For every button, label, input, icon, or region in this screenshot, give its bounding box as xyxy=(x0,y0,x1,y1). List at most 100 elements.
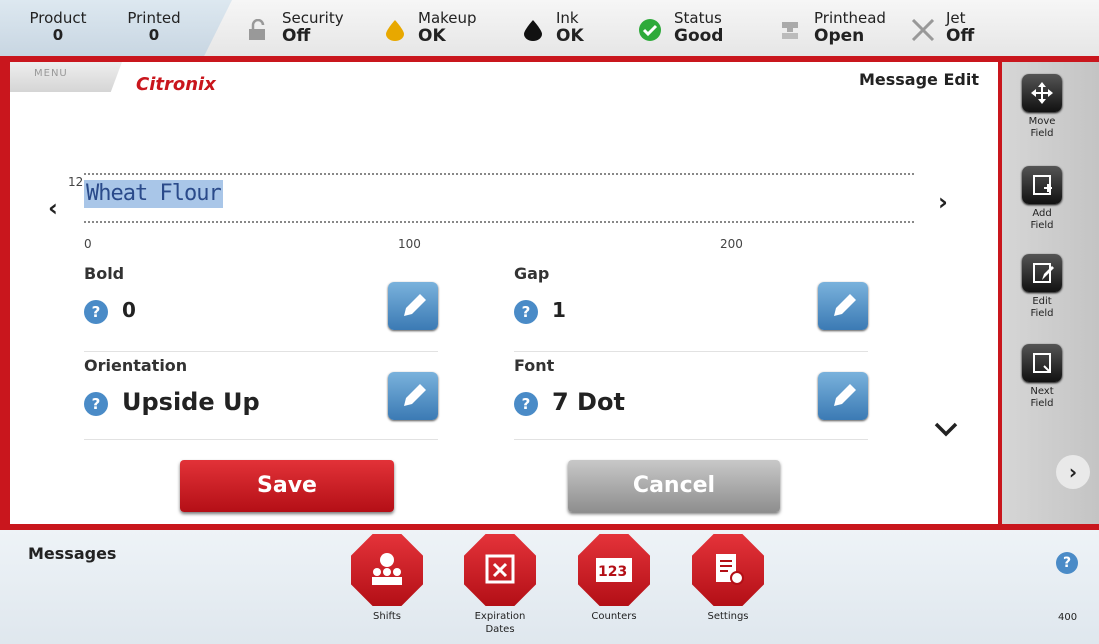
chevron-left-icon[interactable]: ‹ xyxy=(48,194,58,222)
security-label: Security xyxy=(282,9,344,27)
printed-counter[interactable]: Printed 0 xyxy=(112,10,196,44)
help-icon[interactable]: ? xyxy=(514,392,538,416)
next-field-icon xyxy=(1022,344,1062,382)
ruler-bottom-line xyxy=(84,221,914,223)
next-field-button[interactable]: Next Field xyxy=(1012,344,1072,410)
printhead-label: Printhead xyxy=(814,9,886,27)
help-icon[interactable]: ? xyxy=(1056,552,1078,574)
ruler-tick: 0 xyxy=(84,237,92,251)
ruler-tick: 200 xyxy=(720,237,743,251)
edit-gap-button[interactable] xyxy=(818,282,868,330)
font-value: 7 Dot xyxy=(552,388,625,416)
system-status[interactable]: Status Good xyxy=(638,10,758,48)
cancel-button[interactable]: Cancel xyxy=(568,460,780,512)
font-property: Font ? 7 Dot xyxy=(514,356,868,440)
message-field-text[interactable]: Wheat Flour xyxy=(84,180,223,208)
orientation-label: Orientation xyxy=(84,356,188,375)
settings-button[interactable]: Settings xyxy=(688,534,768,623)
status-bar: Product 0 Printed 0 Security Off Makeup … xyxy=(0,0,1099,56)
menu-button[interactable]: MENU xyxy=(10,62,122,92)
product-counter-label: Product xyxy=(29,9,87,27)
help-icon[interactable]: ? xyxy=(84,300,108,324)
settings-icon xyxy=(692,534,764,606)
move-field-button[interactable]: Move Field xyxy=(1012,74,1072,140)
chevron-down-icon[interactable] xyxy=(926,412,966,446)
jet-status[interactable]: Jet Off xyxy=(910,10,1000,48)
status-label: Status xyxy=(674,9,722,27)
makeup-label: Makeup xyxy=(418,9,477,27)
counters-label: Counters xyxy=(591,611,637,622)
printhead-status[interactable]: Printhead Open xyxy=(778,10,908,48)
move-icon xyxy=(1022,74,1062,112)
gap-label: Gap xyxy=(514,264,550,283)
edit-field-label-1: Edit xyxy=(1032,296,1052,307)
expiration-label-1: Expiration xyxy=(474,611,526,622)
bottom-panel xyxy=(0,530,1099,644)
save-button[interactable]: Save xyxy=(180,460,394,512)
screen-code: 400 xyxy=(1058,612,1078,623)
menu-label: MENU xyxy=(34,68,68,79)
page-title: Message Edit xyxy=(858,70,979,89)
add-field-button[interactable]: Add Field xyxy=(1012,166,1072,232)
calendar-x-icon xyxy=(464,534,536,606)
citronix-logo: Citronix xyxy=(136,74,216,95)
chevron-right-icon[interactable]: › xyxy=(1056,455,1090,489)
security-status[interactable]: Security Off xyxy=(246,10,366,48)
product-counter-value: 0 xyxy=(52,26,64,44)
left-frame xyxy=(0,62,10,524)
move-field-label-1: Move xyxy=(1028,116,1056,127)
edit-field-label-2: Field xyxy=(1030,308,1054,319)
ink-drop-icon xyxy=(524,20,542,41)
svg-text:123: 123 xyxy=(598,564,627,580)
row-number: 12 xyxy=(68,175,84,189)
printed-counter-label: Printed xyxy=(127,9,181,27)
edit-orientation-button[interactable] xyxy=(388,372,438,420)
ink-value: OK xyxy=(556,26,584,46)
expiration-dates-button[interactable]: Expiration Dates xyxy=(460,534,540,636)
bold-value: 0 xyxy=(122,298,136,322)
expiration-label-2: Dates xyxy=(485,624,515,635)
ruler-tick: 100 xyxy=(398,237,421,251)
shifts-button[interactable]: Shifts xyxy=(347,534,427,623)
move-field-label-2: Field xyxy=(1030,128,1054,139)
edit-bold-button[interactable] xyxy=(388,282,438,330)
shifts-icon xyxy=(351,534,423,606)
chevron-right-icon[interactable]: › xyxy=(938,188,948,216)
counters-button[interactable]: 123 Counters xyxy=(574,534,654,623)
next-field-label-2: Field xyxy=(1030,398,1054,409)
jet-value: Off xyxy=(946,26,975,46)
section-label: Messages xyxy=(28,544,117,563)
counters-icon: 123 xyxy=(578,534,650,606)
ink-status[interactable]: Ink OK xyxy=(520,10,620,48)
pencil-icon xyxy=(834,384,856,406)
font-label: Font xyxy=(514,356,555,375)
help-icon[interactable]: ? xyxy=(84,392,108,416)
makeup-value: OK xyxy=(418,26,446,46)
pencil-icon xyxy=(834,294,856,316)
jet-label: Jet xyxy=(946,9,966,27)
top-divider xyxy=(0,56,1099,62)
bold-property: Bold ? 0 xyxy=(84,264,438,352)
printed-counter-value: 0 xyxy=(148,26,160,44)
printhead-icon xyxy=(782,22,798,39)
gap-property: Gap ? 1 xyxy=(514,264,868,352)
makeup-status[interactable]: Makeup OK xyxy=(382,10,502,48)
edit-field-icon xyxy=(1022,254,1062,292)
check-circle-icon xyxy=(639,19,661,41)
edit-field-button[interactable]: Edit Field xyxy=(1012,254,1072,320)
status-value: Good xyxy=(674,26,724,46)
x-icon xyxy=(911,19,935,41)
message-preview[interactable]: 12 Wheat Flour 0 100 200 xyxy=(68,165,918,251)
orientation-value: Upside Up xyxy=(122,388,260,416)
add-field-label-2: Field xyxy=(1030,220,1054,231)
edit-font-button[interactable] xyxy=(818,372,868,420)
ruler-top-line xyxy=(84,173,914,175)
add-field-label-1: Add xyxy=(1032,208,1052,219)
gap-value: 1 xyxy=(552,298,566,322)
ink-label: Ink xyxy=(556,9,579,27)
settings-label: Settings xyxy=(707,611,749,622)
pencil-icon xyxy=(404,384,426,406)
help-icon[interactable]: ? xyxy=(514,300,538,324)
app-window: Product 0 Printed 0 Security Off Makeup … xyxy=(0,0,1099,644)
product-counter[interactable]: Product 0 xyxy=(18,10,98,44)
